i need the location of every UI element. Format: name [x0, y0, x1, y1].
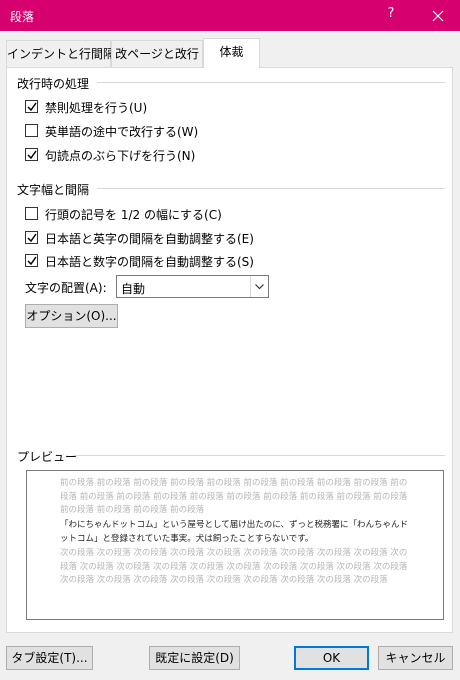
text-alignment-label: 文字の配置(A):: [25, 281, 107, 295]
select-value: 自動: [121, 282, 146, 296]
checkmark-icon: [27, 256, 37, 266]
checkbox-box[interactable]: [25, 148, 38, 161]
checkbox-box[interactable]: [25, 100, 38, 113]
checkbox-label: 行頭の記号を 1/2 の幅にする(C): [45, 208, 222, 222]
char-spacing-group-title: 文字幅と間隔: [17, 183, 90, 197]
checkbox-label: 英単語の途中で改行する(W): [45, 125, 199, 139]
preview-title: プレビュー: [17, 450, 78, 464]
preview-previous-paragraph: 前の段落 前の段落 前の段落 前の段落 前の段落 前の段落 前の段落 前の段落 …: [60, 478, 408, 515]
close-button[interactable]: [416, 0, 460, 31]
dropdown-button[interactable]: [250, 276, 268, 297]
checkmark-icon: [27, 102, 37, 112]
checkmark-icon: [27, 233, 37, 243]
checkbox-label: 日本語と数字の間隔を自動調整する(S): [45, 255, 254, 269]
divider: [97, 188, 445, 189]
options-button[interactable]: オプション(O)...: [25, 304, 118, 328]
cancel-button[interactable]: キャンセル: [378, 646, 453, 670]
checkmark-icon: [27, 150, 37, 160]
checkbox-box[interactable]: [25, 207, 38, 220]
checkbox-label: 禁則処理を行う(U): [45, 101, 148, 115]
checkbox-box[interactable]: [25, 254, 38, 267]
divider: [73, 455, 445, 456]
close-icon: [432, 10, 444, 22]
line-break-group-title: 改行時の処理: [17, 77, 90, 91]
preview-current-paragraph: 「わにちゃんドットコム」という屋号として届け出たのに、ずっと税務署に「わんちゃん…: [60, 520, 408, 544]
preview-next-paragraph: 次の段落 次の段落 次の段落 次の段落 次の段落 次の段落 次の段落 次の段落 …: [60, 548, 408, 585]
checkbox-box[interactable]: [25, 231, 38, 244]
tabs-button[interactable]: タブ設定(T)...: [6, 646, 93, 670]
help-button[interactable]: ?: [376, 6, 406, 21]
tab-asian-typography[interactable]: 体裁: [203, 38, 260, 68]
preview-box: 前の段落 前の段落 前の段落 前の段落 前の段落 前の段落 前の段落 前の段落 …: [26, 470, 444, 620]
text-alignment-select[interactable]: 自動: [116, 275, 269, 298]
tab-panel: 改行時の処理 禁則処理を行う(U) 英単語の途中で改行する(W) 句読点のぶら下…: [6, 67, 453, 633]
chevron-down-icon: [255, 284, 264, 290]
checkbox-label: 句読点のぶら下げを行う(N): [45, 149, 196, 163]
window-title: 段落: [10, 10, 35, 24]
checkbox-box[interactable]: [25, 124, 38, 137]
checkbox-label: 日本語と英字の間隔を自動調整する(E): [45, 232, 254, 246]
tab-indent-spacing[interactable]: インデントと行間隔: [6, 40, 115, 68]
ok-button[interactable]: OK: [294, 646, 369, 670]
divider: [97, 82, 445, 83]
tab-line-page-breaks[interactable]: 改ページと改行: [111, 40, 203, 68]
set-default-button[interactable]: 既定に設定(D): [149, 646, 240, 670]
title-bar: 段落 ?: [0, 0, 460, 31]
